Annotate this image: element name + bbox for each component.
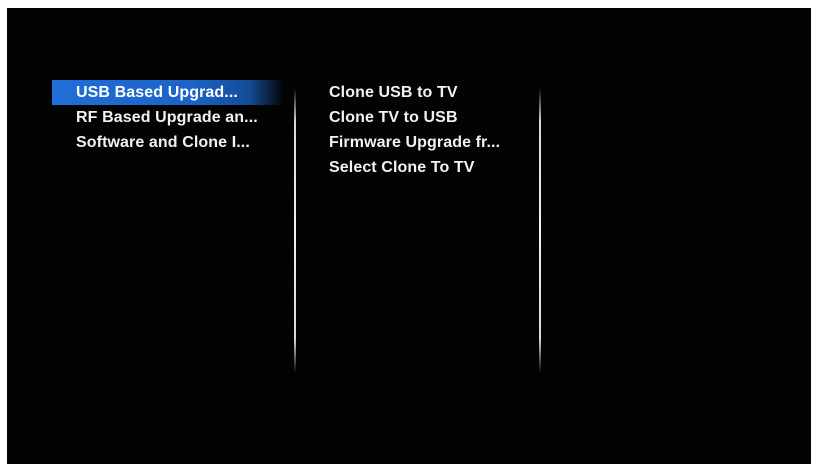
menu-item-usb-based-upgrade[interactable]: USB Based Upgrad... [52, 80, 284, 105]
column-divider-left [294, 88, 296, 373]
menu-item-clone-tv-to-usb[interactable]: Clone TV to USB [327, 105, 537, 130]
menu-item-clone-usb-to-tv[interactable]: Clone USB to TV [327, 80, 537, 105]
usb-upgrade-options-menu: Clone USB to TV Clone TV to USB Firmware… [327, 80, 537, 180]
menu-item-select-clone-to-tv[interactable]: Select Clone To TV [327, 155, 537, 180]
menu-item-rf-based-upgrade[interactable]: RF Based Upgrade an... [52, 105, 284, 130]
menu-item-software-and-clone-info[interactable]: Software and Clone I... [52, 130, 284, 155]
column-divider-right [539, 88, 541, 373]
upgrade-category-menu: USB Based Upgrad... RF Based Upgrade an.… [52, 80, 284, 155]
tv-screen: USB Based Upgrad... RF Based Upgrade an.… [7, 8, 811, 464]
menu-item-firmware-upgrade[interactable]: Firmware Upgrade fr... [327, 130, 537, 155]
